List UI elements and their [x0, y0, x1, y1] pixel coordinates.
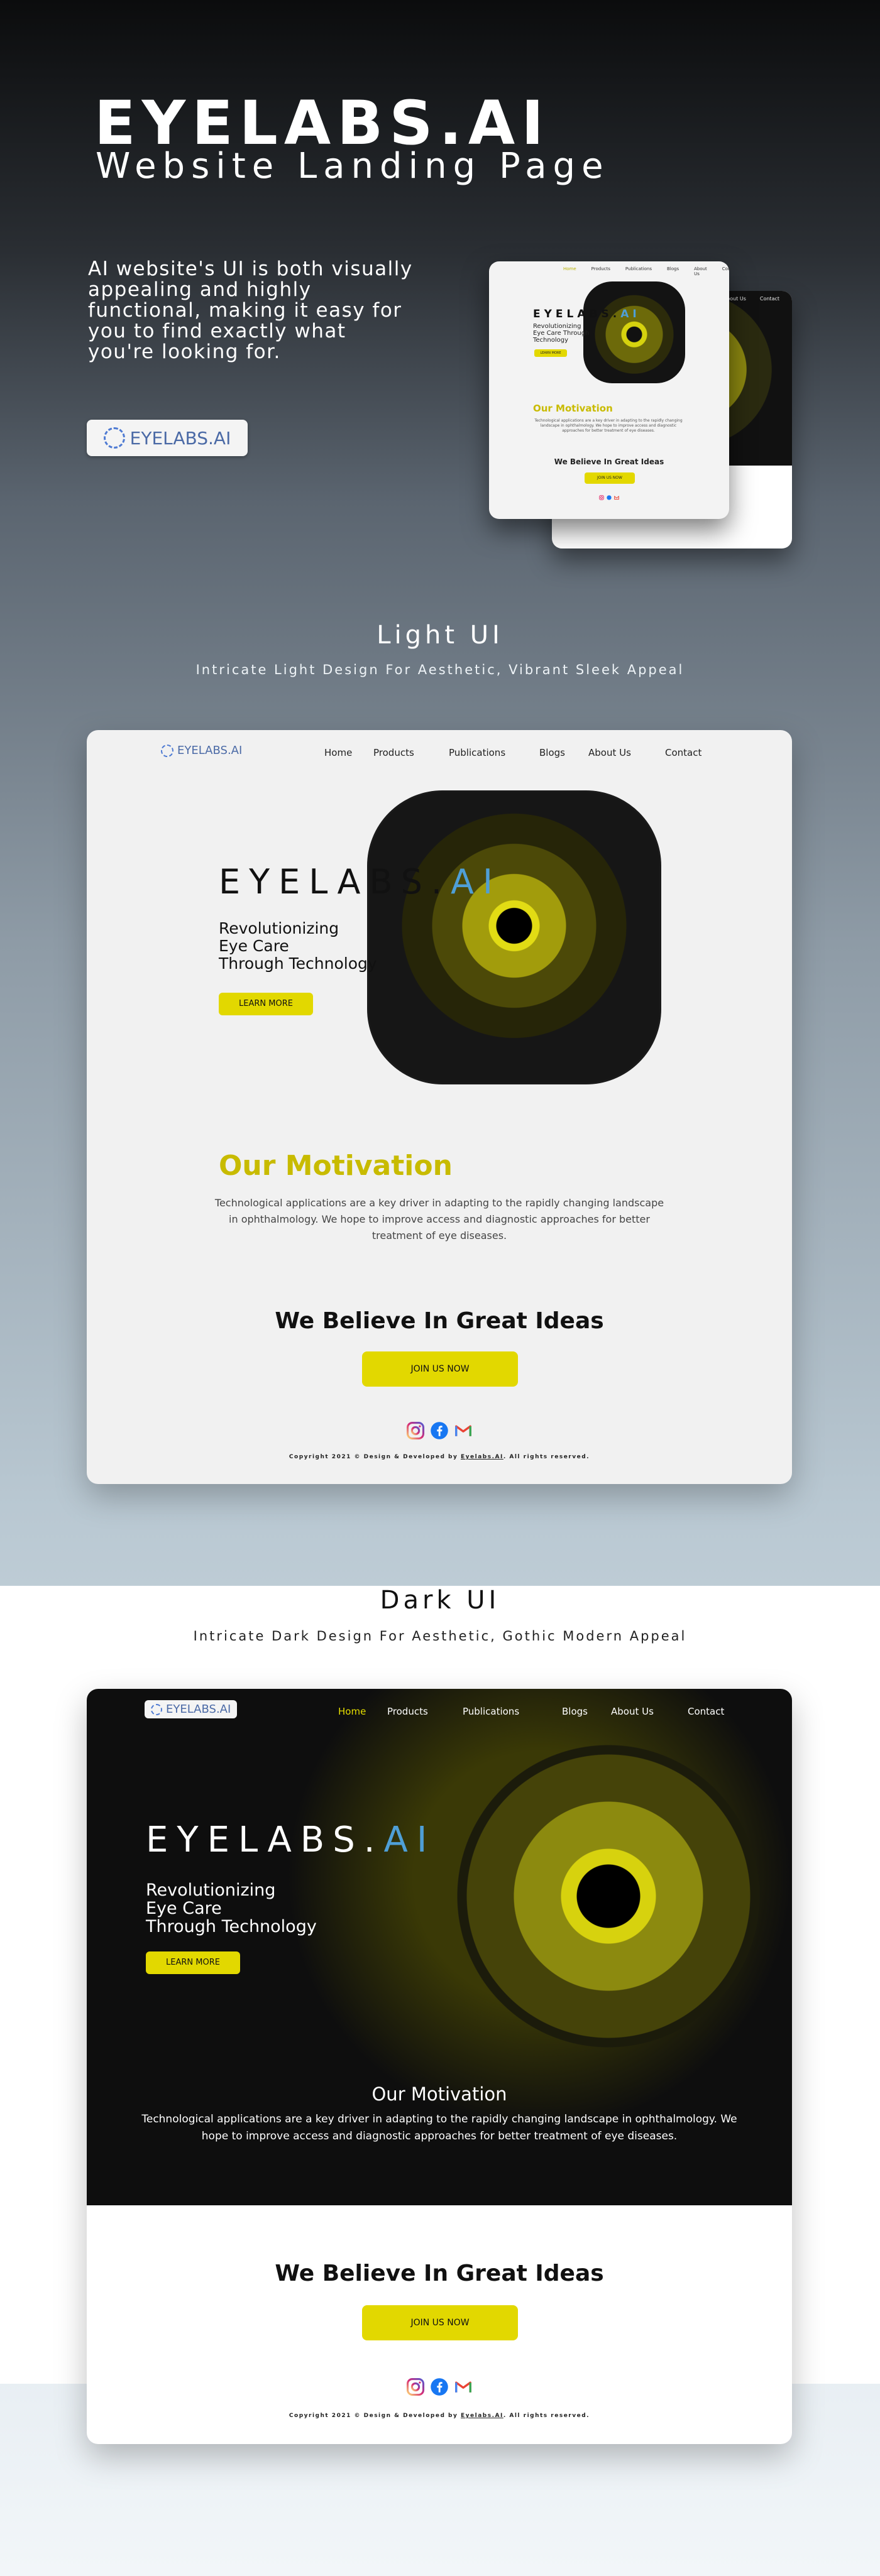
mockup-ideas: We Believe In Great Ideas	[554, 457, 664, 466]
hero-logo-text: EYELABS.AI	[129, 427, 231, 449]
nav-publications[interactable]: Publications	[449, 741, 539, 764]
mockup-dark-nav-item: Contact	[759, 296, 779, 302]
dark-ui-frame: EYELABS.AI Home Products Publications Bl…	[87, 1689, 792, 2444]
nav-publications[interactable]: Publications	[463, 1700, 562, 1723]
light-nav-logo[interactable]: EYELABS.AI	[161, 744, 242, 757]
instagram-icon[interactable]	[406, 1421, 425, 1440]
motivation-title: Our Motivation	[219, 1150, 453, 1182]
facebook-icon[interactable]	[430, 1421, 449, 1440]
nav-blogs[interactable]: Blogs	[539, 741, 588, 764]
learn-more-button[interactable]: LEARN MORE	[146, 1951, 240, 1974]
nav-contact[interactable]: Contact	[688, 1700, 724, 1723]
facebook-icon[interactable]	[430, 2377, 449, 2396]
light-section-title: Light UI	[377, 621, 503, 650]
mockup-light-preview: Home Products Publications Blogs About U…	[489, 261, 729, 519]
mockup-learn-more: LEARN MORE	[534, 349, 567, 357]
mockup-nav-products: Products	[591, 266, 610, 271]
motivation-text: Technological applications are a key dri…	[141, 2113, 737, 2142]
dark-navbar: EYELABS.AI Home Products Publications Bl…	[87, 1700, 792, 1723]
nav-home[interactable]: Home	[324, 741, 373, 764]
instagram-icon	[599, 495, 604, 500]
hero-subtitle: Website Landing Page	[96, 146, 610, 187]
nav-products[interactable]: Products	[373, 741, 449, 764]
join-us-button[interactable]: JOIN US NOW	[362, 2305, 518, 2340]
mockup-nav-home: Home	[563, 266, 576, 271]
nav-blogs[interactable]: Blogs	[562, 1700, 611, 1723]
eyelabs-ring-icon	[161, 744, 173, 757]
copyright-link[interactable]: Eyelabs.AI	[461, 1454, 503, 1460]
mockup-motivation: Our Motivation	[533, 403, 613, 414]
nav-products[interactable]: Products	[387, 1700, 463, 1723]
mockup-socials	[489, 495, 729, 500]
mockup-light-nav: Home Products Publications Blogs About U…	[500, 266, 729, 276]
motivation-title: Our Motivation	[371, 2083, 507, 2105]
copyright-text: Copyright 2021 © Design & Developed by E…	[289, 2413, 590, 2419]
ideas-title: We Believe In Great Ideas	[275, 1308, 604, 1334]
ideas-title: We Believe In Great Ideas	[275, 2261, 604, 2286]
copyright-text: Copyright 2021 © Design & Developed by E…	[289, 1454, 590, 1460]
light-navbar: EYELABS.AI Home Products Publications Bl…	[87, 741, 792, 764]
mockup-brand: EYELABS.AI	[533, 308, 641, 320]
dark-nav-links: Home Products Publications Blogs About U…	[338, 1700, 724, 1723]
mockup-nav-contact: Contact	[722, 266, 729, 271]
mockup-nav-about: About Us	[694, 266, 707, 276]
nav-home[interactable]: Home	[338, 1700, 387, 1723]
nav-about[interactable]: About Us	[611, 1700, 688, 1723]
hero-tagline: Revolutionizing Eye Care Through Technolog…	[219, 919, 377, 973]
light-ui-frame: EYELABS.AI Home Products Publications Bl…	[87, 730, 792, 1484]
gmail-icon	[614, 495, 619, 500]
social-links	[87, 1421, 792, 1440]
motivation-text: Technological applications are a key dri…	[214, 1197, 664, 1242]
dark-nav-logo-text: EYELABS.AI	[166, 1703, 231, 1716]
mockup-tagline: Revolutionizing Eye Care Through Technol…	[533, 323, 590, 344]
copyright-link[interactable]: Eyelabs.AI	[461, 2413, 503, 2419]
hero-brand: EYELABS.AI	[219, 862, 502, 902]
nav-contact[interactable]: Contact	[665, 741, 701, 764]
gmail-icon[interactable]	[454, 2377, 473, 2396]
light-nav-links: Home Products Publications Blogs About U…	[324, 741, 701, 764]
eyelabs-ring-icon	[151, 1703, 162, 1715]
hero-tagline: Revolutionizing Eye Care Through Technolog…	[146, 1880, 317, 1936]
eye-hero-image	[367, 790, 661, 1084]
mockup-nav-publications: Publications	[625, 266, 652, 271]
mockup-nav-blogs: Blogs	[666, 266, 679, 271]
light-nav-logo-text: EYELABS.AI	[177, 744, 243, 757]
social-links	[87, 2377, 792, 2396]
hero-description: AI website's UI is both visually appeali…	[88, 258, 413, 363]
gmail-icon[interactable]	[454, 1421, 473, 1440]
learn-more-button[interactable]: LEARN MORE	[219, 993, 313, 1015]
light-section-subtitle: Intricate Light Design For Aesthetic, Vi…	[195, 662, 685, 677]
mockup-motivation-text: Technological applications are a key dri…	[534, 418, 683, 433]
hero-logo-badge[interactable]: EYELABS.AI	[87, 420, 248, 456]
facebook-icon	[607, 495, 612, 500]
nav-about[interactable]: About Us	[588, 741, 665, 764]
hero-brand: EYELABS.AI	[146, 1820, 436, 1860]
eyelabs-ring-icon	[103, 427, 125, 449]
dark-nav-logo[interactable]: EYELABS.AI	[145, 1700, 238, 1718]
mockup-eye-image	[583, 281, 685, 383]
join-us-button[interactable]: JOIN US NOW	[362, 1351, 518, 1387]
instagram-icon[interactable]	[406, 2377, 425, 2396]
mockup-join: JOIN US NOW	[585, 472, 635, 484]
